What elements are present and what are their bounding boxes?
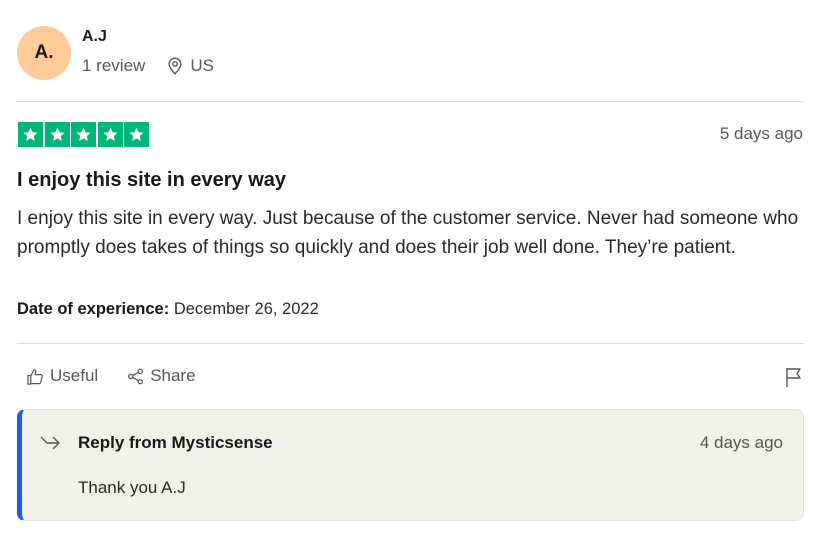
share-label: Share bbox=[150, 366, 196, 385]
date-of-experience: Date of experience: December 26, 2022 bbox=[17, 300, 319, 319]
thumbs-up-icon bbox=[27, 368, 43, 385]
reply-text: Thank you A.J bbox=[78, 478, 186, 497]
experience-label: Date of experience: bbox=[17, 300, 170, 318]
share-button[interactable]: Share bbox=[126, 366, 196, 386]
share-icon bbox=[128, 368, 144, 384]
reviewer-meta: 1 review US bbox=[82, 56, 214, 76]
review-body: I enjoy this site in every way. Just bec… bbox=[17, 208, 799, 258]
reply-date: 4 days ago bbox=[699, 433, 783, 452]
star-icon bbox=[18, 122, 43, 147]
divider bbox=[17, 101, 804, 102]
reviewer-name[interactable]: A.J bbox=[82, 28, 107, 46]
review-count: 1 review bbox=[82, 56, 146, 75]
star-icon bbox=[97, 122, 123, 147]
reply-author: Reply from Mysticsense bbox=[78, 433, 273, 452]
report-button[interactable] bbox=[784, 366, 804, 393]
flag-icon bbox=[786, 368, 801, 387]
company-reply: Reply from Mysticsense 4 days ago Thank … bbox=[17, 409, 804, 521]
review-title[interactable]: I enjoy this site in every way bbox=[17, 169, 286, 192]
divider bbox=[17, 343, 804, 344]
useful-button[interactable]: Useful bbox=[26, 366, 98, 386]
review-actions: Useful Share bbox=[26, 366, 224, 386]
review-date: 5 days ago bbox=[719, 124, 803, 143]
reviewer-location: US bbox=[167, 56, 214, 76]
avatar: A. bbox=[17, 26, 71, 80]
location-pin-icon bbox=[168, 57, 182, 75]
star-rating bbox=[18, 122, 151, 147]
star-icon bbox=[44, 122, 70, 147]
star-icon bbox=[71, 122, 96, 147]
star-icon bbox=[124, 122, 149, 147]
experience-date: December 26, 2022 bbox=[173, 300, 319, 318]
location-text: US bbox=[190, 56, 214, 75]
reply-arrow-icon bbox=[40, 436, 60, 450]
useful-label: Useful bbox=[50, 366, 99, 385]
